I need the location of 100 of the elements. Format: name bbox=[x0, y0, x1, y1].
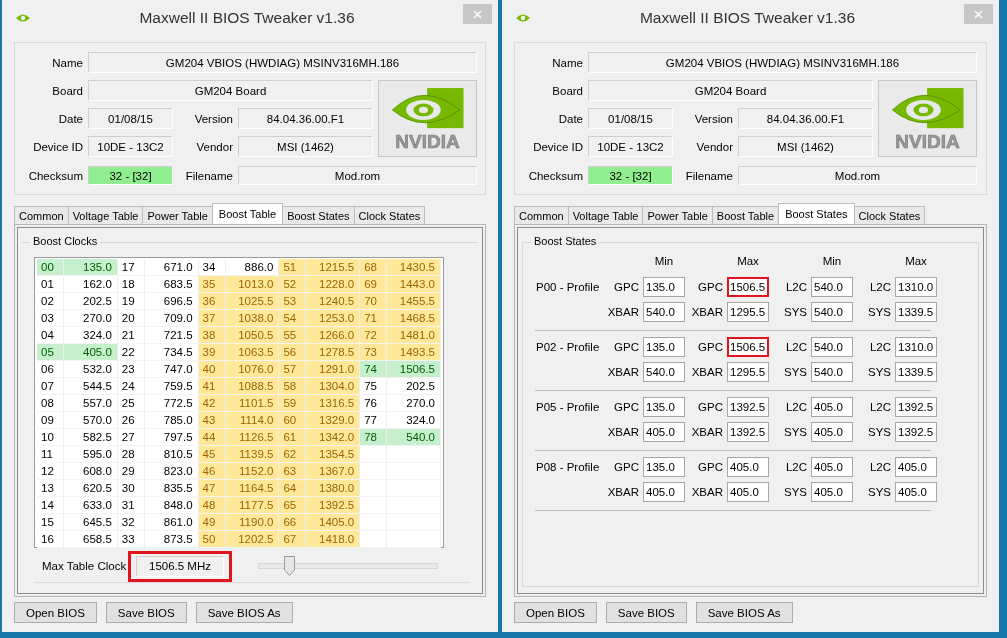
tab[interactable]: Common bbox=[514, 206, 569, 224]
table-cell: 60 bbox=[279, 412, 307, 429]
clock-input[interactable]: 405.0 bbox=[811, 396, 853, 417]
clock-input[interactable]: 405.0 bbox=[727, 456, 769, 477]
table-cell: 696.5 bbox=[144, 293, 199, 310]
clock-input[interactable]: 1392.5 bbox=[895, 421, 937, 442]
clock-input[interactable]: 405.0 bbox=[643, 421, 685, 442]
table-cell: 21 bbox=[117, 327, 145, 344]
field-label: Vendor bbox=[195, 139, 233, 155]
clock-input[interactable]: 135.0 bbox=[643, 396, 685, 417]
table-cell: 861.0 bbox=[144, 514, 199, 531]
table-cell: 49 bbox=[198, 514, 226, 531]
table-cell: 54 bbox=[279, 310, 307, 327]
tab[interactable]: Boost Table bbox=[211, 203, 284, 224]
clock-input[interactable]: 1339.5 bbox=[895, 361, 937, 382]
table-cell: 1050.5 bbox=[225, 327, 280, 344]
table-cell: 29 bbox=[117, 463, 145, 480]
device-id-field: 10DE - 13C2 bbox=[588, 136, 673, 157]
table-cell: 759.5 bbox=[144, 378, 199, 395]
tab[interactable]: Voltage Table bbox=[67, 206, 144, 224]
clock-input[interactable]: 1506.5 bbox=[727, 276, 769, 297]
clock-input[interactable]: 1392.5 bbox=[727, 421, 769, 442]
clock-input[interactable]: 405.0 bbox=[727, 481, 769, 502]
tab[interactable]: Power Table bbox=[142, 206, 213, 224]
clock-input[interactable]: 540.0 bbox=[811, 301, 853, 322]
clock-input[interactable]: 1310.0 bbox=[895, 336, 937, 357]
tab[interactable]: Clock States bbox=[853, 206, 926, 224]
table-cell: 53 bbox=[279, 293, 307, 310]
clock-input[interactable]: 540.0 bbox=[643, 301, 685, 322]
action-button[interactable]: Open BIOS bbox=[14, 602, 97, 623]
table-cell: 785.0 bbox=[144, 412, 199, 429]
column-header: Max bbox=[736, 255, 760, 269]
table-cell: 1152.0 bbox=[225, 463, 280, 480]
table-cell: 658.5 bbox=[63, 531, 118, 548]
tab[interactable]: Voltage Table bbox=[567, 206, 644, 224]
tab[interactable]: Power Table bbox=[642, 206, 713, 224]
action-button[interactable]: Save BIOS As bbox=[695, 602, 793, 623]
table-cell: 08 bbox=[37, 395, 64, 412]
table-cell: 1063.5 bbox=[225, 344, 280, 361]
table-cell: 608.0 bbox=[63, 463, 118, 480]
clock-input[interactable]: 540.0 bbox=[811, 361, 853, 382]
table-cell: 1038.0 bbox=[225, 310, 280, 327]
table-cell: 873.5 bbox=[144, 531, 199, 548]
close-button[interactable] bbox=[463, 4, 492, 24]
table-cell: 1506.5 bbox=[387, 361, 441, 378]
clock-input[interactable]: 405.0 bbox=[811, 456, 853, 477]
clock-input[interactable]: 405.0 bbox=[643, 481, 685, 502]
clock-input[interactable]: 1295.5 bbox=[727, 361, 769, 382]
clock-input[interactable]: 1506.5 bbox=[727, 336, 769, 357]
table-cell: 59 bbox=[279, 395, 307, 412]
clock-input[interactable]: 1392.5 bbox=[895, 396, 937, 417]
clock-input[interactable]: 540.0 bbox=[643, 361, 685, 382]
clock-input[interactable]: 135.0 bbox=[643, 456, 685, 477]
close-button[interactable] bbox=[964, 4, 993, 24]
table-cell: 38 bbox=[198, 327, 226, 344]
clock-input[interactable]: 1339.5 bbox=[895, 301, 937, 322]
table-cell: 582.5 bbox=[63, 429, 118, 446]
table-cell: 01 bbox=[37, 276, 64, 293]
table-cell: 1493.5 bbox=[387, 344, 441, 361]
table-cell: 797.5 bbox=[144, 429, 199, 446]
clock-input[interactable]: 405.0 bbox=[811, 481, 853, 502]
clock-input[interactable]: 405.0 bbox=[895, 456, 937, 477]
clock-input[interactable]: 405.0 bbox=[895, 481, 937, 502]
table-cell: 595.0 bbox=[63, 446, 118, 463]
action-button[interactable]: Open BIOS bbox=[514, 602, 597, 623]
clock-input[interactable]: 135.0 bbox=[643, 336, 685, 357]
clock-input[interactable]: 1392.5 bbox=[727, 396, 769, 417]
table-cell: 23 bbox=[117, 361, 145, 378]
vendor-field: MSI (1462) bbox=[238, 136, 373, 157]
table-cell: 633.0 bbox=[63, 497, 118, 514]
clock-input[interactable]: 135.0 bbox=[643, 276, 685, 297]
slider-thumb[interactable] bbox=[284, 556, 296, 576]
action-button[interactable]: Save BIOS bbox=[105, 602, 187, 623]
tab[interactable]: Boost Table bbox=[711, 206, 780, 224]
clock-input[interactable]: 1295.5 bbox=[727, 301, 769, 322]
table-cell: 30 bbox=[117, 480, 145, 497]
action-button[interactable]: Save BIOS As bbox=[195, 602, 293, 623]
table-cell: 04 bbox=[37, 327, 64, 344]
tab[interactable]: Boost States bbox=[282, 206, 355, 224]
field-label: Date bbox=[57, 111, 83, 127]
table-cell: 835.5 bbox=[144, 480, 199, 497]
clock-label: SYS bbox=[867, 305, 891, 318]
clock-input[interactable]: 540.0 bbox=[811, 336, 853, 357]
field-label: Checksum bbox=[27, 168, 83, 184]
tab[interactable]: Common bbox=[14, 206, 69, 224]
table-cell: 324.0 bbox=[63, 327, 118, 344]
clock-input[interactable]: 540.0 bbox=[811, 276, 853, 297]
table-cell: 09 bbox=[37, 412, 64, 429]
field-label: Device ID bbox=[532, 139, 583, 155]
clock-label: GPC bbox=[697, 280, 723, 293]
tab[interactable]: Clock States bbox=[353, 206, 426, 224]
table-cell: 25 bbox=[117, 395, 145, 412]
tab[interactable]: Boost States bbox=[778, 203, 855, 224]
clock-label: SYS bbox=[867, 365, 891, 378]
table-cell: 12 bbox=[37, 463, 64, 480]
action-button[interactable]: Save BIOS bbox=[605, 602, 687, 623]
clock-input[interactable]: 405.0 bbox=[811, 421, 853, 442]
table-cell: 52 bbox=[279, 276, 307, 293]
table-cell: 324.0 bbox=[387, 412, 441, 429]
clock-input[interactable]: 1310.0 bbox=[895, 276, 937, 297]
